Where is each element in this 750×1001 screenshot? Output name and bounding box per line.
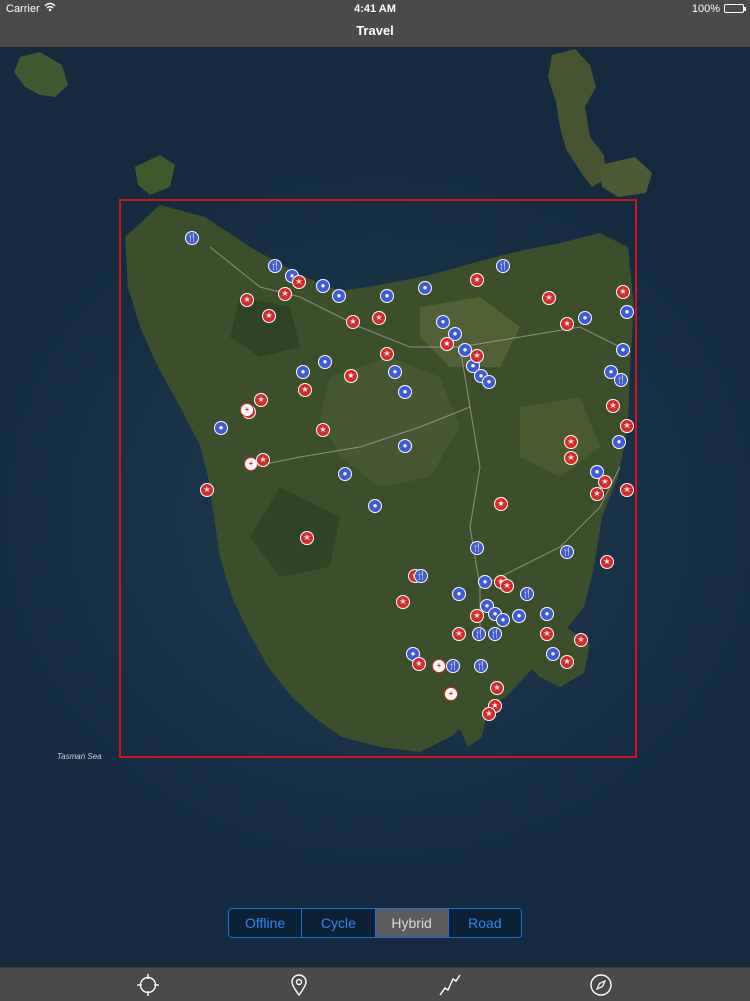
attraction-pin[interactable]: ★ [564, 435, 578, 449]
restaurant-pin[interactable]: 🍴 [470, 541, 484, 555]
battery-icon [724, 4, 746, 13]
attraction-pin[interactable]: ★ [298, 383, 312, 397]
map-view[interactable]: Tasman Sea 🍴 🍴 ● ★ ★ ● ● ★ ★ 🍴 ★ ● ● ★ ★… [0, 47, 750, 967]
attraction-pin[interactable]: ★ [240, 293, 254, 307]
attraction-pin[interactable]: ★ [380, 347, 394, 361]
service-pin[interactable]: ● [616, 343, 630, 357]
service-pin[interactable]: ● [296, 365, 310, 379]
attraction-pin[interactable]: ★ [316, 423, 330, 437]
attraction-pin[interactable]: ★ [396, 595, 410, 609]
attraction-pin[interactable]: ★ [620, 419, 634, 433]
location-pin-icon[interactable] [286, 972, 312, 998]
segment-offline[interactable]: Offline [229, 909, 303, 937]
service-pin[interactable]: ● [214, 421, 228, 435]
attraction-pin[interactable]: ★ [470, 273, 484, 287]
service-pin[interactable]: ● [380, 289, 394, 303]
status-bar: Carrier 4:41 AM 100% [0, 0, 750, 20]
attraction-pin[interactable]: ★ [440, 337, 454, 351]
restaurant-pin[interactable]: 🍴 [268, 259, 282, 273]
attraction-pin[interactable]: ★ [262, 309, 276, 323]
segment-cycle[interactable]: Cycle [302, 909, 376, 937]
compass-icon[interactable] [588, 972, 614, 998]
service-pin[interactable]: ● [578, 311, 592, 325]
segment-road[interactable]: Road [449, 909, 521, 937]
attraction-pin[interactable]: ★ [616, 285, 630, 299]
attraction-pin[interactable]: ★ [574, 633, 588, 647]
service-pin[interactable]: ● [452, 587, 466, 601]
service-pin[interactable]: ● [398, 385, 412, 399]
restaurant-pin[interactable]: 🍴 [520, 587, 534, 601]
nav-bar: Travel [0, 20, 750, 47]
attraction-pin[interactable]: ★ [600, 555, 614, 569]
service-pin[interactable]: ● [546, 647, 560, 661]
attraction-pin[interactable]: ★ [470, 349, 484, 363]
attraction-pin[interactable]: ★ [494, 497, 508, 511]
attraction-pin[interactable]: ★ [560, 317, 574, 331]
restaurant-pin[interactable]: 🍴 [414, 569, 428, 583]
attraction-pin[interactable]: ★ [300, 531, 314, 545]
attraction-pin[interactable]: ★ [540, 627, 554, 641]
attraction-pin[interactable]: ★ [482, 707, 496, 721]
restaurant-pin[interactable]: 🍴 [496, 259, 510, 273]
service-pin[interactable]: ● [612, 435, 626, 449]
attraction-pin[interactable]: ★ [452, 627, 466, 641]
attraction-pin[interactable]: ★ [254, 393, 268, 407]
attraction-pin[interactable]: ★ [470, 609, 484, 623]
service-pin[interactable]: ● [418, 281, 432, 295]
attraction-pin[interactable]: ★ [412, 657, 426, 671]
hospital-pin[interactable]: + [444, 687, 458, 701]
route-icon[interactable] [437, 972, 463, 998]
service-pin[interactable]: ● [318, 355, 332, 369]
service-pin[interactable]: ● [436, 315, 450, 329]
attraction-pin[interactable]: ★ [292, 275, 306, 289]
battery-percent: 100% [691, 3, 720, 15]
attraction-pin[interactable]: ★ [500, 579, 514, 593]
status-time: 4:41 AM [354, 3, 396, 15]
service-pin[interactable]: ● [388, 365, 402, 379]
hospital-pin[interactable]: + [432, 659, 446, 673]
service-pin[interactable]: ● [332, 289, 346, 303]
service-pin[interactable]: ● [512, 609, 526, 623]
restaurant-pin[interactable]: 🍴 [446, 659, 460, 673]
service-pin[interactable]: ● [316, 279, 330, 293]
segment-hybrid[interactable]: Hybrid [375, 909, 449, 937]
attraction-pin[interactable]: ★ [490, 681, 504, 695]
service-pin[interactable]: ● [496, 613, 510, 627]
service-pin[interactable]: ● [478, 575, 492, 589]
attraction-pin[interactable]: ★ [346, 315, 360, 329]
restaurant-pin[interactable]: 🍴 [474, 659, 488, 673]
sea-label: Tasman Sea [57, 752, 102, 761]
service-pin[interactable]: ● [540, 607, 554, 621]
region-bounds [119, 199, 637, 758]
attraction-pin[interactable]: ★ [542, 291, 556, 305]
service-pin[interactable]: ● [482, 375, 496, 389]
attraction-pin[interactable]: ★ [372, 311, 386, 325]
attraction-pin[interactable]: ★ [278, 287, 292, 301]
crosshair-icon[interactable] [135, 972, 161, 998]
restaurant-pin[interactable]: 🍴 [614, 373, 628, 387]
hospital-pin[interactable]: + [240, 403, 254, 417]
service-pin[interactable]: ● [398, 439, 412, 453]
restaurant-pin[interactable]: 🍴 [185, 231, 199, 245]
restaurant-pin[interactable]: 🍴 [560, 545, 574, 559]
service-pin[interactable]: ● [338, 467, 352, 481]
attraction-pin[interactable]: ★ [590, 487, 604, 501]
service-pin[interactable]: ● [620, 305, 634, 319]
attraction-pin[interactable]: ★ [606, 399, 620, 413]
map-type-segmented-control[interactable]: Offline Cycle Hybrid Road [228, 908, 522, 938]
attraction-pin[interactable]: ★ [620, 483, 634, 497]
service-pin[interactable]: ● [368, 499, 382, 513]
restaurant-pin[interactable]: 🍴 [472, 627, 486, 641]
attraction-pin[interactable]: ★ [344, 369, 358, 383]
attraction-pin[interactable]: ★ [200, 483, 214, 497]
attraction-pin[interactable]: ★ [256, 453, 270, 467]
restaurant-pin[interactable]: 🍴 [488, 627, 502, 641]
page-title: Travel [356, 23, 394, 38]
attraction-pin[interactable]: ★ [564, 451, 578, 465]
attraction-pin[interactable]: ★ [560, 655, 574, 669]
bottom-toolbar [0, 967, 750, 1001]
